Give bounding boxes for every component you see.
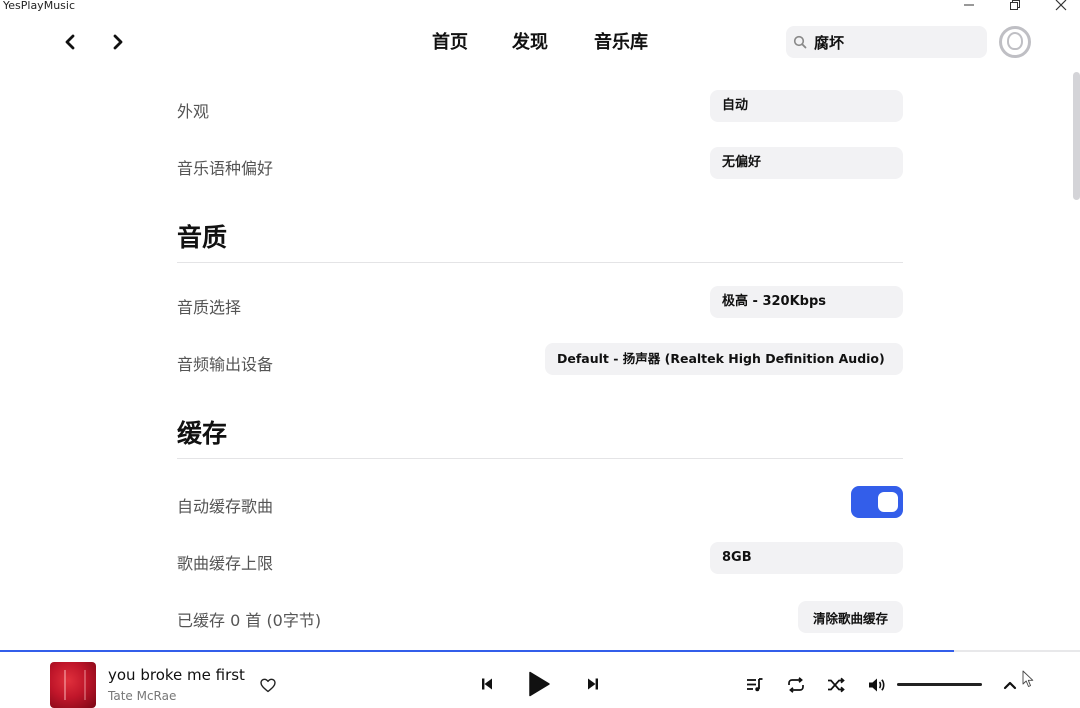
setting-row-quality: 音质选择 极高 - 320Kbps [177, 280, 903, 337]
like-button[interactable] [258, 675, 278, 695]
language-pref-label: 音乐语种偏好 [177, 159, 274, 178]
cache-limit-select[interactable]: 8GB [710, 542, 903, 574]
search-box[interactable] [786, 26, 987, 58]
output-device-select[interactable]: Default - 扬声器 (Realtek High Definition A… [545, 343, 903, 375]
skip-previous-icon [482, 678, 492, 690]
play-button[interactable] [525, 669, 553, 699]
avatar[interactable] [999, 26, 1031, 58]
player-bar: you broke me first Tate McRae [0, 650, 1080, 708]
skip-next-icon [588, 678, 598, 690]
play-icon [529, 671, 550, 697]
appearance-select[interactable]: 自动 [710, 90, 903, 122]
progress-fill [0, 650, 954, 652]
auto-cache-toggle[interactable] [851, 486, 903, 518]
tab-home[interactable]: 首页 [432, 32, 468, 54]
minimize-icon [964, 4, 974, 6]
cache-limit-label: 歌曲缓存上限 [177, 554, 274, 573]
auto-cache-label: 自动缓存歌曲 [177, 497, 274, 516]
app-title: YesPlayMusic [3, 0, 75, 12]
album-cover[interactable] [50, 662, 96, 708]
mouse-cursor-icon [1022, 670, 1034, 687]
chevron-up-icon [1003, 681, 1017, 690]
tab-discover[interactable]: 发现 [512, 32, 548, 54]
language-pref-select[interactable]: 无偏好 [710, 147, 903, 179]
close-icon [1055, 0, 1067, 11]
app-window: YesPlayMusic 首页 发现 音乐库 外观 自动 音乐语种偏好 [0, 0, 1080, 708]
queue-button[interactable] [745, 675, 765, 695]
lyrics-button[interactable] [1000, 675, 1020, 695]
appearance-label: 外观 [177, 102, 210, 121]
title-bar: YesPlayMusic [0, 0, 1080, 14]
repeat-button[interactable] [786, 675, 806, 695]
shuffle-icon [828, 677, 845, 693]
heart-icon [260, 678, 276, 692]
scrollbar-thumb[interactable] [1073, 72, 1080, 200]
search-input[interactable] [814, 30, 979, 54]
back-button[interactable] [58, 30, 82, 54]
setting-row-auto-cache: 自动缓存歌曲 [177, 476, 903, 536]
previous-button[interactable] [478, 675, 496, 693]
minimize-button[interactable] [954, 0, 984, 13]
chevron-left-icon [65, 34, 75, 50]
section-title-cache: 缓存 [177, 394, 903, 459]
settings-panel: 外观 自动 音乐语种偏好 无偏好 音质 音质选择 极高 - 320Kbps 音频… [177, 84, 903, 650]
avatar-icon [1007, 32, 1023, 50]
toggle-knob [878, 492, 898, 512]
volume-fill [897, 683, 982, 686]
volume-slider[interactable] [897, 683, 982, 686]
restore-button[interactable] [1000, 0, 1030, 13]
quality-label: 音质选择 [177, 298, 242, 317]
setting-row-language: 音乐语种偏好 无偏好 [177, 141, 903, 198]
next-button[interactable] [584, 675, 602, 693]
song-title[interactable]: you broke me first [108, 666, 245, 684]
volume-up-icon [869, 678, 885, 692]
close-button[interactable] [1046, 0, 1076, 13]
quality-select[interactable]: 极高 - 320Kbps [710, 286, 903, 318]
shuffle-button[interactable] [826, 675, 846, 695]
output-device-label: 音频输出设备 [177, 355, 274, 374]
volume-button[interactable] [867, 675, 887, 695]
repeat-icon [788, 677, 804, 693]
queue-music-icon [747, 678, 763, 692]
setting-row-cache-limit: 歌曲缓存上限 8GB [177, 536, 903, 593]
search-icon [793, 35, 807, 49]
setting-row-appearance: 外观 自动 [177, 84, 903, 141]
chevron-right-icon [113, 34, 123, 50]
section-title-quality: 音质 [177, 198, 903, 263]
cached-info-label: 已缓存 0 首 (0字节) [177, 611, 322, 630]
progress-bar[interactable] [0, 650, 1080, 652]
clear-cache-button[interactable]: 清除歌曲缓存 [798, 601, 903, 633]
setting-row-output-device: 音频输出设备 Default - 扬声器 (Realtek High Defin… [177, 337, 903, 394]
tab-library[interactable]: 音乐库 [594, 32, 648, 54]
forward-button[interactable] [106, 30, 130, 54]
setting-row-cached: 已缓存 0 首 (0字节) 清除歌曲缓存 [177, 593, 903, 650]
song-artist[interactable]: Tate McRae [108, 689, 176, 703]
restore-icon [1010, 0, 1020, 10]
